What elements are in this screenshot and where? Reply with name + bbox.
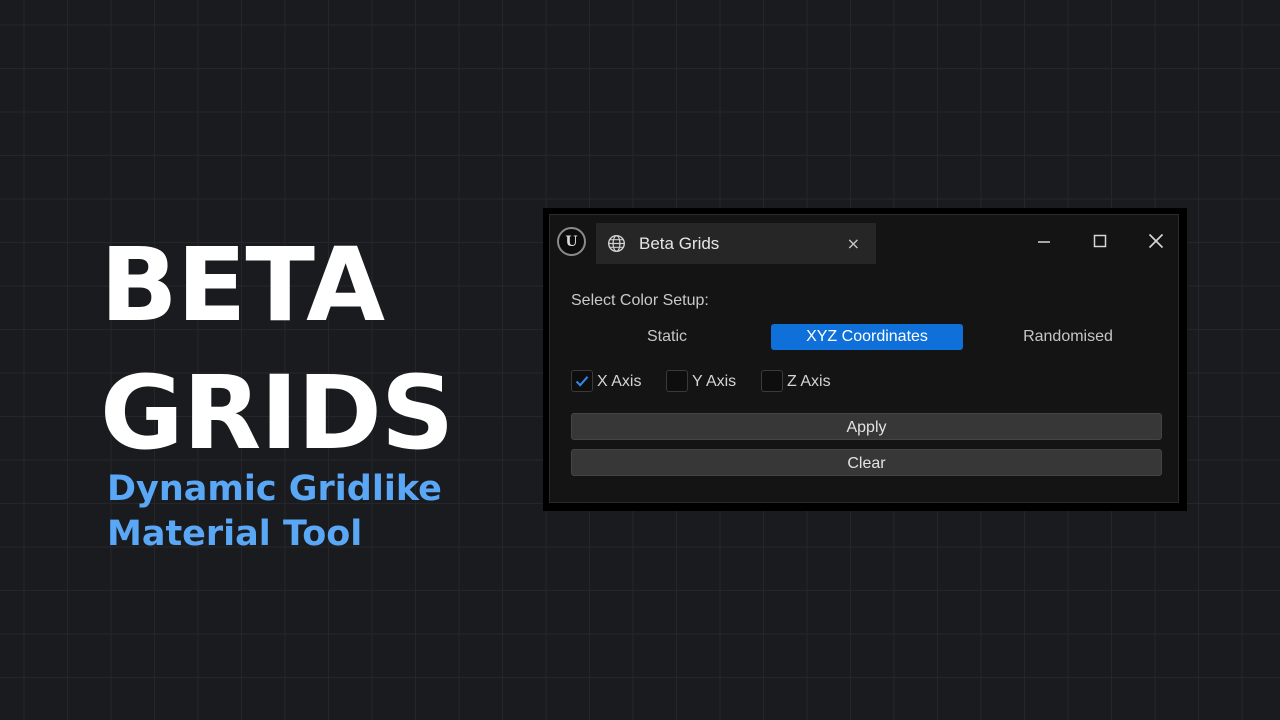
z-axis-checkbox[interactable]: Z Axis xyxy=(761,369,841,395)
window-body: U Beta Grids × Select Color Setup: Stati… xyxy=(549,214,1179,503)
hero-title-line: BETA xyxy=(100,226,385,345)
y-axis-checkbox[interactable]: Y Axis xyxy=(666,369,746,395)
apply-button[interactable]: Apply xyxy=(571,413,1162,440)
checkmark-icon xyxy=(575,376,589,387)
hero-subtitle-line: Material Tool xyxy=(107,514,363,554)
clear-button[interactable]: Clear xyxy=(571,449,1162,476)
checkbox-box[interactable] xyxy=(761,370,783,392)
minimize-button[interactable] xyxy=(1028,225,1060,257)
hero-subtitle-line: Dynamic Gridlike xyxy=(107,469,442,509)
unreal-engine-logo-icon: U xyxy=(557,227,586,256)
window-close-button[interactable] xyxy=(1140,225,1172,257)
tab-label: Beta Grids xyxy=(639,234,720,253)
color-setup-label: Select Color Setup: xyxy=(571,292,709,309)
x-axis-checkbox[interactable]: X Axis xyxy=(571,369,651,395)
maximize-icon xyxy=(1093,234,1107,248)
checkbox-box[interactable] xyxy=(571,370,593,392)
hero: BETA GRIDS Dynamic Gridlike Material Too… xyxy=(100,222,454,554)
ue-logo-glyph: U xyxy=(565,233,578,250)
x-axis-label: X Axis xyxy=(597,373,642,390)
minimize-icon xyxy=(1038,241,1050,243)
mode-static-button[interactable]: Static xyxy=(571,324,763,350)
tab-close-button[interactable]: × xyxy=(847,223,860,264)
y-axis-label: Y Axis xyxy=(692,373,737,390)
hero-subtitle: Dynamic Gridlike Material Tool xyxy=(107,467,567,557)
mode-randomised-button[interactable]: Randomised xyxy=(971,324,1165,350)
globe-grid-icon xyxy=(607,234,626,253)
color-mode-selector: Static XYZ Coordinates Randomised xyxy=(571,323,1165,351)
z-axis-label: Z Axis xyxy=(787,373,831,390)
checkbox-box[interactable] xyxy=(666,370,688,392)
tab-beta-grids[interactable]: Beta Grids × xyxy=(596,223,876,264)
mode-xyz-coordinates-button[interactable]: XYZ Coordinates xyxy=(771,324,963,350)
close-icon xyxy=(1148,233,1164,249)
hero-title-line: GRIDS xyxy=(100,354,454,473)
beta-grids-window: U Beta Grids × Select Color Setup: Stati… xyxy=(543,208,1187,511)
hero-title: BETA GRIDS xyxy=(100,222,454,478)
maximize-button[interactable] xyxy=(1084,225,1116,257)
window-titlebar[interactable]: U Beta Grids × xyxy=(550,215,1178,267)
